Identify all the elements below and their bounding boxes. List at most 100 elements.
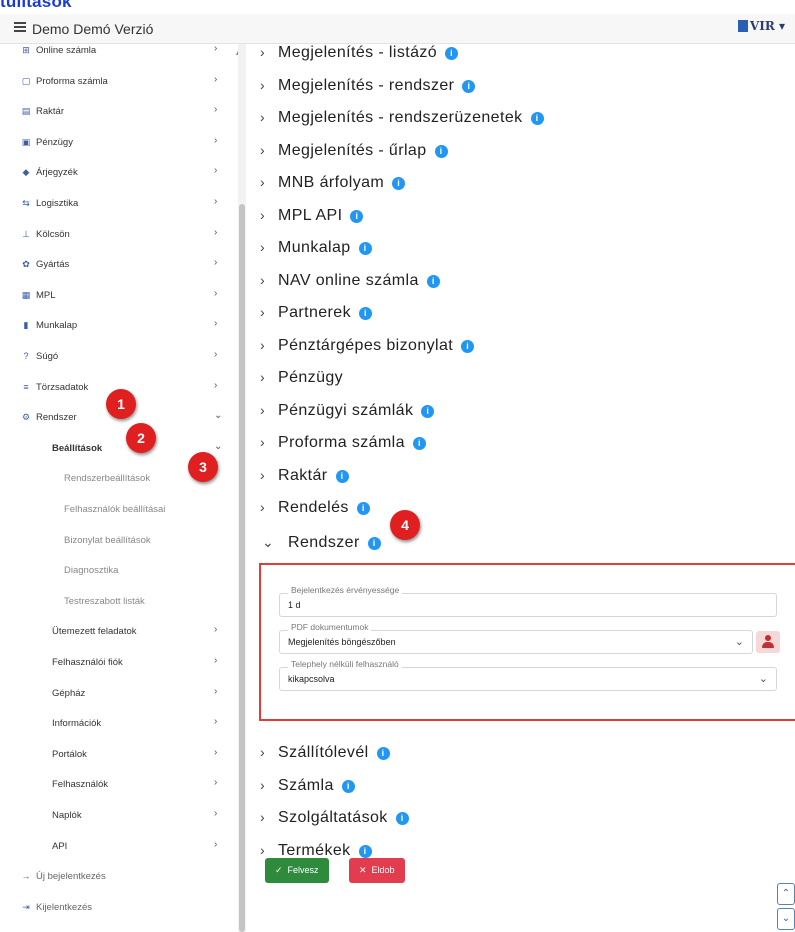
- sidebar-level2-2[interactable]: Gépház ›: [0, 678, 238, 710]
- sidebar-level2-0[interactable]: Ütemezett feladatok ›: [0, 616, 238, 648]
- sidebar-item-4[interactable]: ◆ Árjegyzék ›: [0, 157, 238, 189]
- accordion-label: Raktár: [278, 466, 328, 484]
- sidebar-level2-3[interactable]: Információk ›: [0, 708, 238, 740]
- accordion-item-5[interactable]: › MPL API i: [260, 207, 364, 235]
- accordion-item-3[interactable]: › Megjelenítés - űrlap i: [260, 142, 448, 170]
- sidebar-level2-6[interactable]: Naplók ›: [0, 800, 238, 832]
- chevron-down-icon: ⌄: [214, 410, 223, 422]
- info-icon[interactable]: i: [367, 537, 381, 550]
- chevron-right-icon: ›: [260, 369, 266, 385]
- accordion-item-0[interactable]: › Megjelenítés - listázó i: [260, 44, 459, 72]
- info-icon[interactable]: i: [412, 437, 426, 450]
- accordion-item-12[interactable]: › Proforma számla i: [260, 434, 426, 462]
- accordion-label: Szállítólevél: [278, 744, 369, 761]
- info-icon[interactable]: i: [392, 177, 406, 190]
- accordion-item-16[interactable]: › Szállítólevél i: [260, 744, 390, 772]
- accordion-label: Termékek: [278, 841, 351, 859]
- tag-icon: ◆: [22, 167, 30, 178]
- sidebar-subitem-3[interactable]: Diagnosztika: [0, 555, 238, 587]
- chevron-right-icon: ›: [260, 44, 266, 60]
- sidebar-item-5[interactable]: ⇆ Logisztika ›: [0, 188, 238, 220]
- proforma-icon: ▢: [21, 75, 31, 86]
- info-icon[interactable]: i: [434, 144, 448, 158]
- scroll-down-button[interactable]: ⌄: [777, 908, 795, 930]
- info-icon[interactable]: i: [341, 779, 355, 793]
- sidebar-item-2[interactable]: ▤ Raktár ›: [0, 96, 238, 128]
- sidebar-item-label: API: [52, 840, 68, 852]
- sidebar-item-3[interactable]: ▣ Pénzügy ›: [0, 127, 238, 159]
- top-bar: Demo Demó Verzió VIR ▾: [0, 14, 795, 44]
- sidebar-item-label: Felhasználók: [52, 779, 108, 791]
- no-site-user-value: kikapcsolva: [288, 674, 335, 684]
- sidebar-item-9[interactable]: ▮ Munkalap ›: [0, 310, 238, 342]
- sidebar-subitem-2[interactable]: Bizonylat beállítások: [0, 525, 238, 557]
- info-icon[interactable]: i: [461, 339, 475, 353]
- sidebar-item-label: Rendszerbeállítások: [64, 473, 151, 485]
- help-icon: ?: [23, 351, 29, 361]
- sidebar-item-label: Online számla: [36, 45, 97, 56]
- sidebar-item-label: Testreszabott listák: [64, 595, 145, 607]
- chevron-right-icon: ›: [260, 776, 266, 793]
- vir-logo: VIR ▾: [737, 19, 785, 33]
- accordion-label: Rendszer: [288, 534, 360, 551]
- accordion-item-4[interactable]: › MNB árfolyam i: [260, 174, 406, 202]
- sidebar-subitem-1[interactable]: Felhasználók beállításai: [0, 494, 238, 526]
- accordion-item-7[interactable]: › NAV online számla i: [260, 272, 440, 300]
- info-icon[interactable]: i: [421, 404, 435, 418]
- sidebar-bottom-1[interactable]: ⇥ Kijelentkezés: [0, 892, 238, 924]
- accordion-item-11[interactable]: › Pénzügyi számlák i: [260, 402, 435, 430]
- sidebar-item-10[interactable]: ? Súgó ›: [0, 341, 238, 373]
- accordion-item-13[interactable]: › Raktár i: [260, 467, 349, 495]
- sidebar-bottom-0[interactable]: → Új bejelentkezés: [0, 861, 238, 893]
- info-icon[interactable]: i: [358, 242, 372, 255]
- sidebar-level2-1[interactable]: Felhasználói fiók ›: [0, 647, 238, 679]
- sidebar-item-6[interactable]: ⊥ Kölcsön ›: [0, 219, 238, 251]
- accordion-item-6[interactable]: › Munkalap i: [260, 239, 372, 267]
- info-icon[interactable]: i: [358, 844, 372, 858]
- sidebar-scrollbar[interactable]: [238, 44, 246, 932]
- sidebar-subitem-4[interactable]: Testreszabott listák: [0, 586, 238, 618]
- chevron-down-icon: ⌄: [214, 440, 223, 452]
- sidebar-item-8[interactable]: ▦ MPL ›: [0, 280, 238, 312]
- accordion-item-14[interactable]: › Rendelés i: [260, 499, 370, 527]
- sidebar-level2-5[interactable]: Felhasználók ›: [0, 769, 238, 801]
- info-icon[interactable]: i: [356, 502, 370, 515]
- callout-marker-4: 4: [390, 510, 420, 540]
- info-icon[interactable]: i: [376, 747, 390, 760]
- loan-icon: ⊥: [22, 228, 30, 239]
- sidebar-item-1[interactable]: ▢ Proforma számla ›: [0, 66, 238, 98]
- sidebar-level2-4[interactable]: Portálok ›: [0, 739, 238, 771]
- info-icon[interactable]: i: [335, 469, 349, 483]
- sidebar-item-label: Gépház: [52, 687, 86, 699]
- accordion-item-10[interactable]: › Pénzügy: [260, 369, 343, 397]
- accordion-item-1[interactable]: › Megjelenítés - rendszer i: [260, 77, 476, 105]
- accordion-item-8[interactable]: › Partnerek i: [260, 304, 372, 332]
- accordion-item-15[interactable]: ⌄ Rendszer i: [262, 534, 381, 562]
- info-icon[interactable]: i: [445, 47, 459, 60]
- sidebar-item-label: Pénzügy: [36, 136, 73, 148]
- accordion-item-18[interactable]: › Szolgáltatások i: [260, 809, 409, 837]
- sidebar-item-0[interactable]: ⊞ Online számla ›: [0, 44, 238, 67]
- accordion-item-9[interactable]: › Pénztárgépes bizonylat i: [260, 336, 475, 365]
- sidebar: ⊞ Online számla › ▢ Proforma számla › ▤ Raktár ›…: [0, 44, 238, 932]
- menu-icon[interactable]: [14, 20, 30, 36]
- accordion-label: Pénztárgépes bizonylat: [278, 336, 454, 354]
- chevron-down-icon: ⌄: [758, 673, 768, 685]
- info-icon[interactable]: i: [426, 274, 440, 288]
- accordion-item-17[interactable]: › Számla i: [260, 777, 355, 805]
- info-icon[interactable]: i: [395, 812, 409, 825]
- no-site-user-select[interactable]: Telephely nélküli felhasználó kikapcsolv…: [279, 659, 777, 691]
- scroll-up-button[interactable]: ⌃: [777, 883, 795, 905]
- info-icon[interactable]: i: [358, 307, 372, 320]
- accordion-item-19[interactable]: › Termékek i: [260, 842, 372, 870]
- accordion-item-2[interactable]: › Megjelenítés - rendszerüzenetek i: [260, 109, 544, 137]
- pdf-documents-select[interactable]: PDF dokumentumok Megjelenítés böngészőbe…: [279, 622, 753, 654]
- login-validity-field[interactable]: Bejelentkezés érvényessége 1 d: [279, 585, 777, 617]
- sidebar-scroll-thumb[interactable]: [239, 204, 245, 932]
- sidebar-level2-7[interactable]: API ›: [0, 831, 238, 863]
- info-icon[interactable]: i: [350, 209, 364, 223]
- info-icon[interactable]: i: [462, 79, 476, 93]
- user-button[interactable]: [756, 631, 780, 653]
- sidebar-item-7[interactable]: ✿ Gyártás ›: [0, 249, 238, 281]
- info-icon[interactable]: i: [530, 112, 544, 125]
